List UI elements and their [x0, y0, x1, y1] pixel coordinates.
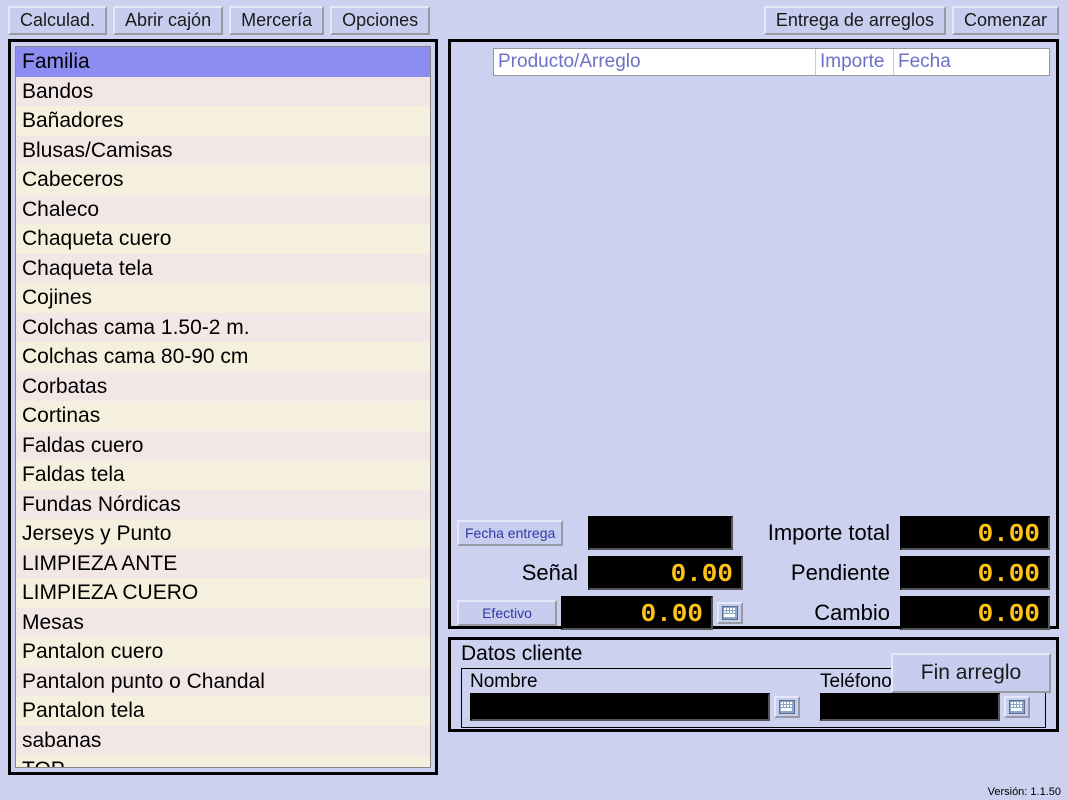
keypad-icon[interactable] [1004, 696, 1030, 718]
family-item[interactable]: Colchas cama 1.50-2 m. [16, 313, 430, 343]
open-drawer-button[interactable]: Abrir cajón [113, 6, 223, 35]
family-item[interactable]: LIMPIEZA ANTE [16, 549, 430, 579]
family-list[interactable]: FamiliaBandosBañadoresBlusas/CamisasCabe… [15, 46, 431, 768]
keypad-icon[interactable] [774, 696, 800, 718]
family-item[interactable]: Blusas/Camisas [16, 136, 430, 166]
family-item[interactable]: Pantalon cuero [16, 637, 430, 667]
family-item[interactable]: Bandos [16, 77, 430, 107]
family-item[interactable]: Chaqueta tela [16, 254, 430, 284]
version-label: Versión: 1.1.50 [988, 786, 1061, 798]
importe-total-value: 0.00 [900, 516, 1050, 550]
ticket-header: Producto/Arreglo Importe Fecha [493, 48, 1050, 76]
client-name-input[interactable] [470, 693, 770, 721]
fecha-entrega-button[interactable]: Fecha entrega [457, 520, 563, 546]
family-item[interactable]: Chaqueta cuero [16, 224, 430, 254]
family-item[interactable]: Corbatas [16, 372, 430, 402]
family-item[interactable]: Jerseys y Punto [16, 519, 430, 549]
keypad-icon[interactable] [717, 602, 743, 624]
family-item[interactable]: Chaleco [16, 195, 430, 225]
pendiente-label: Pendiente [749, 560, 894, 586]
pendiente-value: 0.00 [900, 556, 1050, 590]
senal-label: Señal [457, 560, 582, 586]
ticket-table: Producto/Arreglo Importe Fecha [457, 48, 1050, 496]
family-item[interactable]: Cabeceros [16, 165, 430, 195]
efectivo-button[interactable]: Efectivo [457, 600, 557, 626]
col-product: Producto/Arreglo [494, 49, 816, 75]
client-name-label: Nombre [470, 671, 800, 693]
merceria-button[interactable]: Mercería [229, 6, 324, 35]
start-button[interactable]: Comenzar [952, 6, 1059, 35]
family-item[interactable]: sabanas [16, 726, 430, 756]
family-item[interactable]: LIMPIEZA CUERO [16, 578, 430, 608]
family-item[interactable]: Faldas cuero [16, 431, 430, 461]
family-item[interactable]: Cojines [16, 283, 430, 313]
family-item[interactable]: Fundas Nórdicas [16, 490, 430, 520]
family-header: Familia [16, 47, 430, 77]
family-item[interactable]: Pantalon punto o Chandal [16, 667, 430, 697]
family-item[interactable]: TOP [16, 755, 430, 768]
efectivo-value: 0.00 [561, 596, 713, 630]
totals-grid: Fecha entrega Importe total 0.00 Señal 0… [457, 516, 1050, 630]
col-date: Fecha [894, 49, 1049, 75]
family-item[interactable]: Mesas [16, 608, 430, 638]
senal-value: 0.00 [588, 556, 743, 590]
cambio-label: Cambio [749, 600, 894, 626]
fin-arreglo-button[interactable]: Fin arreglo [891, 653, 1051, 693]
family-item[interactable]: Pantalon tela [16, 696, 430, 726]
options-button[interactable]: Opciones [330, 6, 430, 35]
delivery-button[interactable]: Entrega de arreglos [764, 6, 946, 35]
col-amount: Importe [816, 49, 894, 75]
importe-total-label: Importe total [749, 520, 894, 546]
family-item[interactable]: Colchas cama 80-90 cm [16, 342, 430, 372]
family-item[interactable]: Faldas tela [16, 460, 430, 490]
calc-button[interactable]: Calculad. [8, 6, 107, 35]
family-panel: FamiliaBandosBañadoresBlusas/CamisasCabe… [8, 39, 438, 775]
client-phone-input[interactable] [820, 693, 1000, 721]
cambio-value: 0.00 [900, 596, 1050, 630]
top-toolbar: Calculad. Abrir cajón Mercería Opciones … [0, 0, 1067, 39]
family-item[interactable]: Bañadores [16, 106, 430, 136]
ticket-panel: Producto/Arreglo Importe Fecha Fecha ent… [448, 39, 1059, 629]
family-item[interactable]: Cortinas [16, 401, 430, 431]
fecha-entrega-value [588, 516, 733, 550]
